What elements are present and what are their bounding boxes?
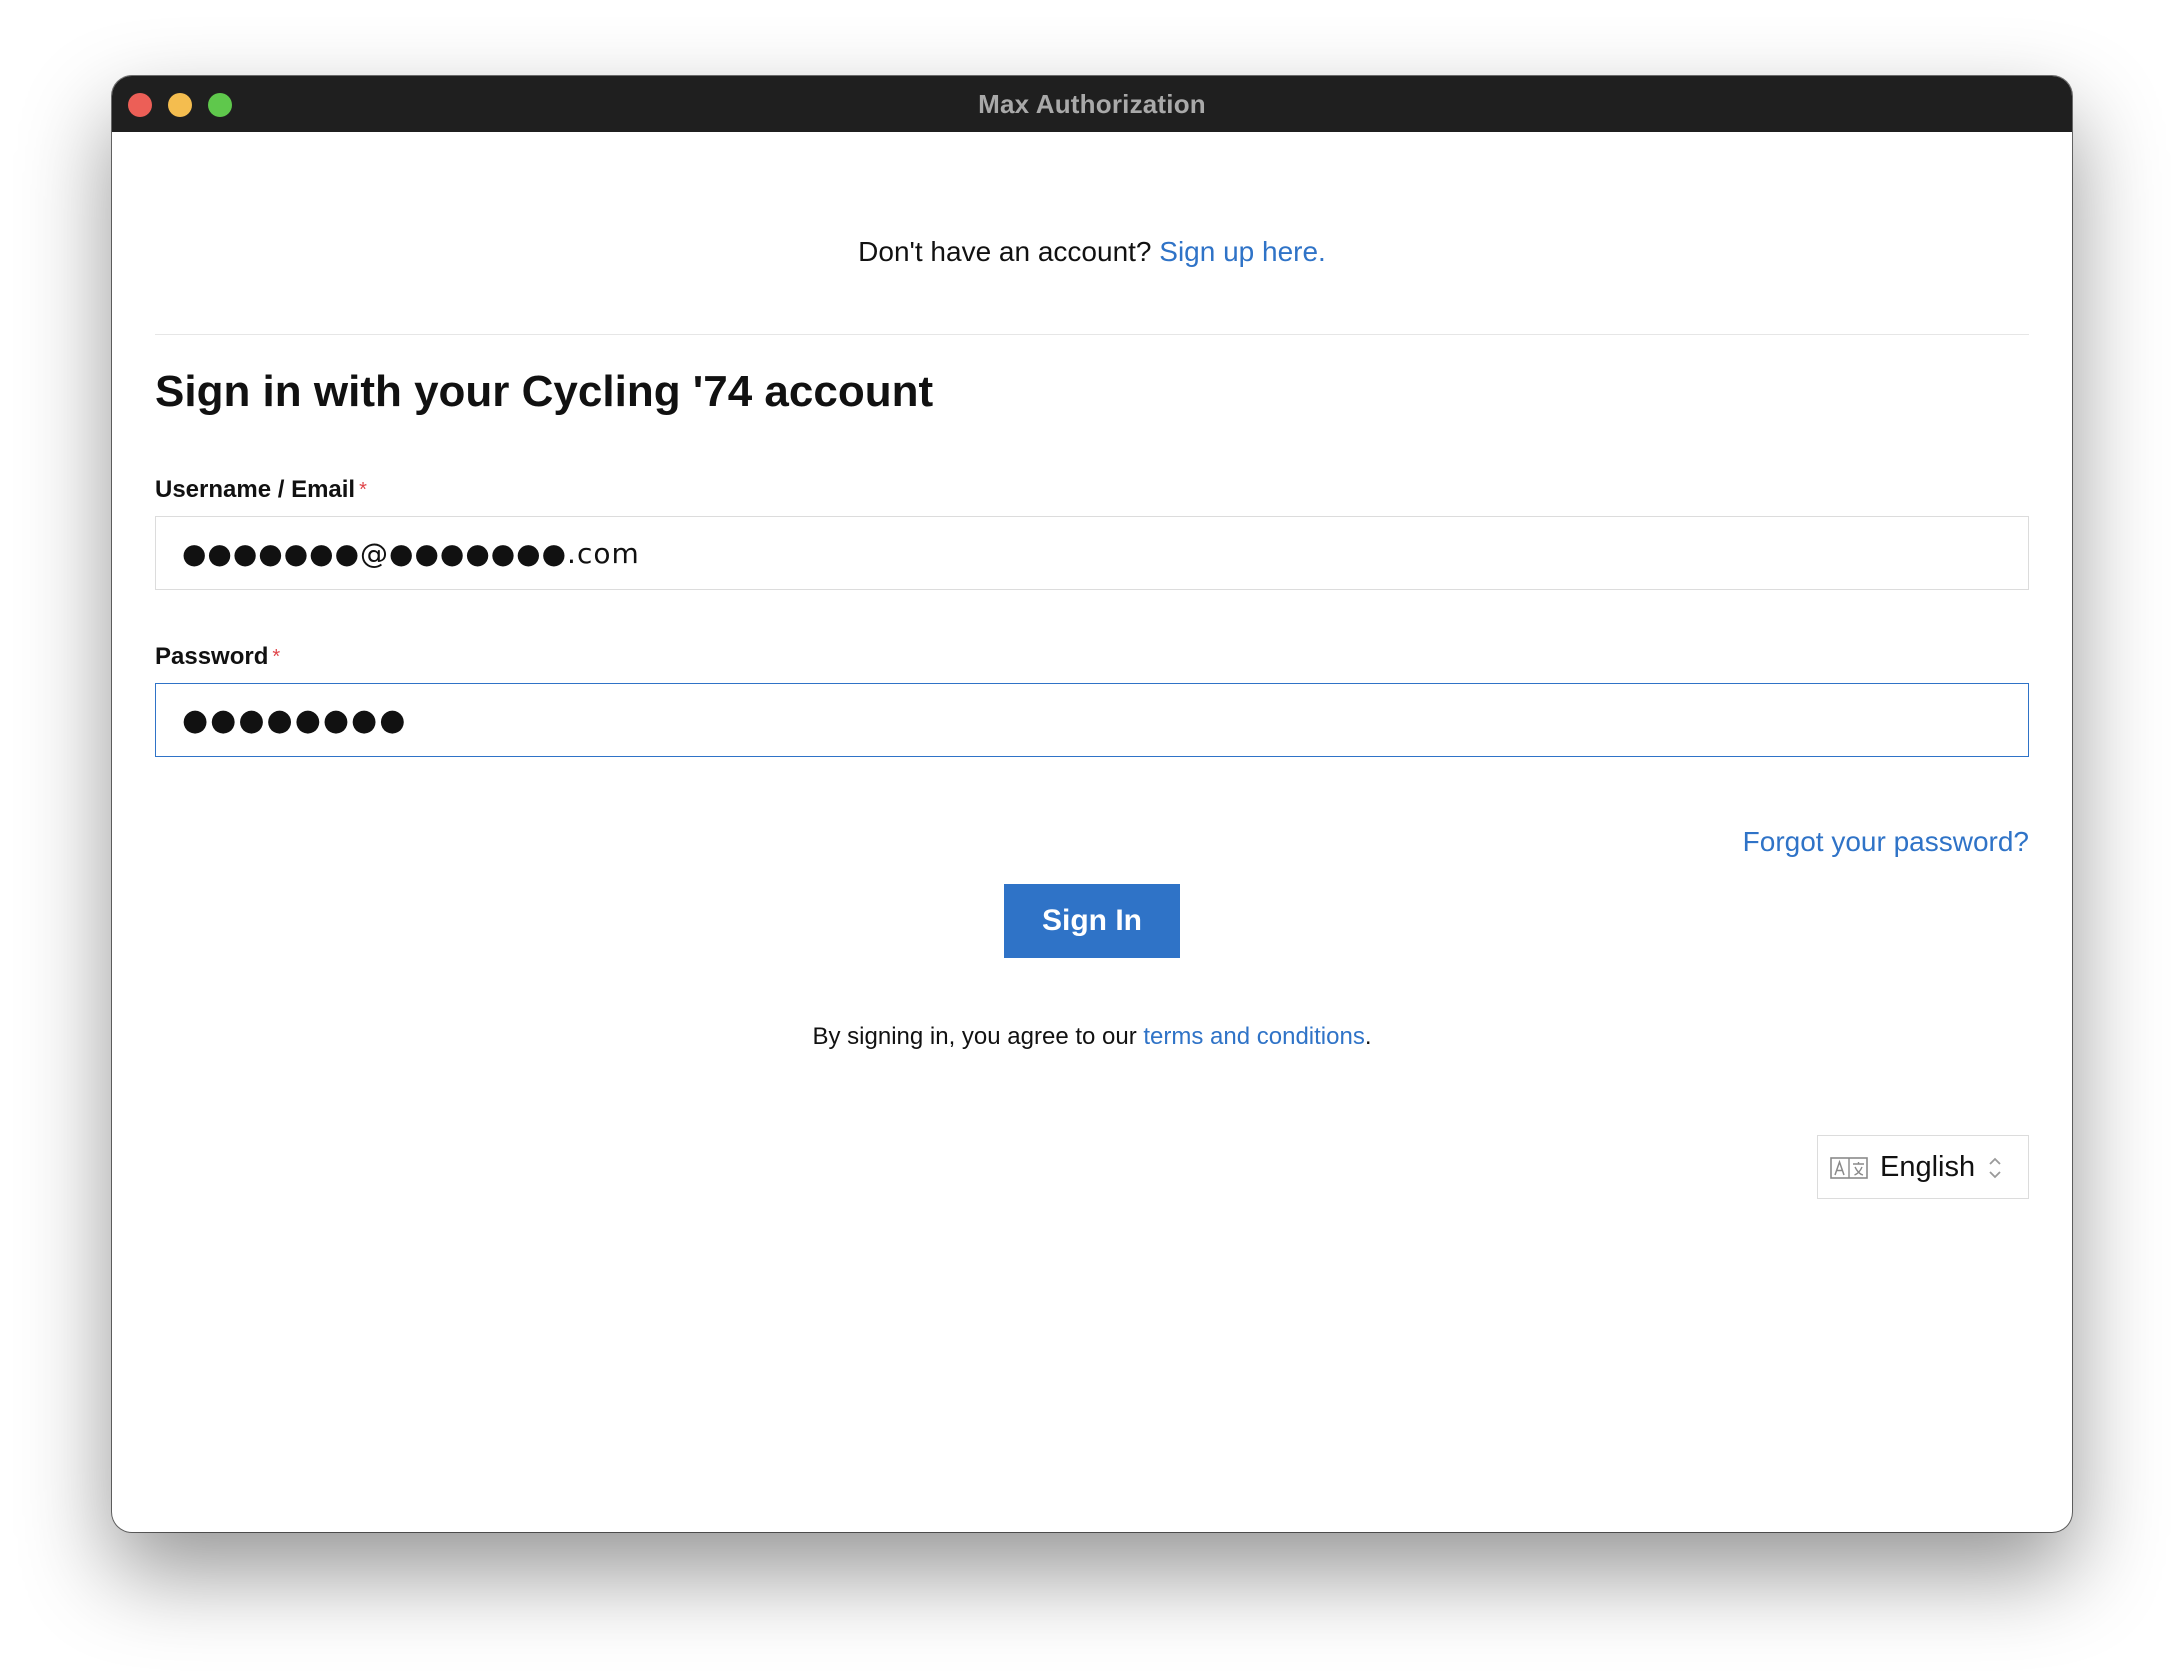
- page-title: Sign in with your Cycling '74 account: [155, 367, 934, 416]
- signup-prompt-text: Don't have an account?: [858, 236, 1160, 267]
- password-label: Password *: [155, 641, 280, 673]
- password-input[interactable]: [155, 683, 2029, 757]
- required-indicator: *: [272, 646, 281, 668]
- terms-suffix: .: [1364, 1023, 1372, 1050]
- login-form: Don't have an account? Sign up here. Sig…: [112, 132, 2072, 1532]
- terms-prefix: By signing in, you agree to our: [812, 1023, 1144, 1050]
- translate-icon: [1830, 1157, 1868, 1179]
- username-input[interactable]: [155, 516, 2029, 590]
- title-bar: Max Authorization: [112, 76, 2072, 132]
- language-selected-value: English: [1880, 1151, 1976, 1183]
- username-label: Username / Email *: [155, 474, 367, 506]
- password-label-text: Password: [155, 643, 269, 670]
- window-title: Max Authorization: [978, 89, 1206, 119]
- sign-in-button[interactable]: Sign In: [1004, 884, 1180, 958]
- username-label-text: Username / Email: [155, 476, 356, 503]
- forgot-password-link[interactable]: Forgot your password?: [1743, 822, 2029, 862]
- divider: [155, 334, 2029, 335]
- auth-window: Max Authorization Don't have an account?…: [112, 76, 2072, 1532]
- signup-prompt: Don't have an account? Sign up here.: [112, 232, 2072, 272]
- required-indicator: *: [359, 479, 367, 501]
- chevron-up-down-icon: [1989, 1157, 2001, 1179]
- signup-link[interactable]: Sign up here.: [1159, 236, 1326, 267]
- terms-link[interactable]: terms and conditions: [1143, 1023, 1364, 1050]
- language-select[interactable]: English: [1817, 1135, 2029, 1199]
- terms-notice: By signing in, you agree to our terms an…: [112, 1020, 2072, 1054]
